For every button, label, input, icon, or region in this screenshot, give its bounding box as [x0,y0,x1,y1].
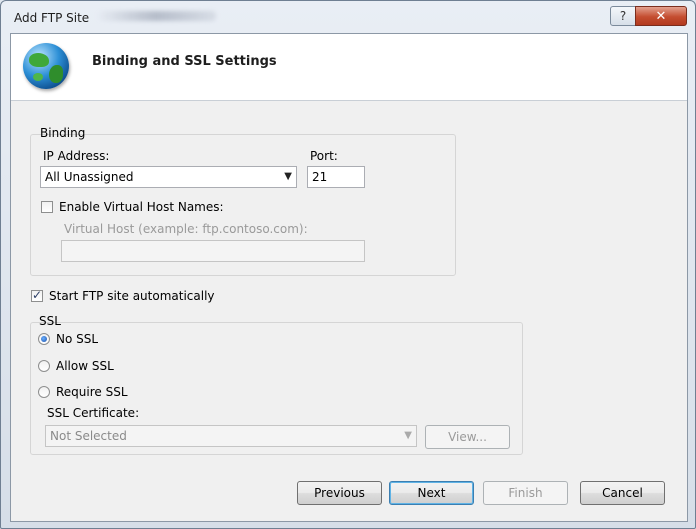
enable-virtual-host-checkbox[interactable] [41,201,53,213]
cancel-button[interactable]: Cancel [580,481,665,505]
virtual-host-label: Virtual Host (example: ftp.contoso.com): [64,222,308,236]
binding-group-label: Binding [40,126,86,140]
no-ssl-label[interactable]: No SSL [56,332,98,346]
window-title: Add FTP Site [14,11,90,25]
port-field[interactable]: 21 [307,166,365,188]
checkmark-icon: ✓ [32,288,43,302]
virtual-host-field[interactable] [61,240,365,262]
page-title: Binding and SSL Settings [92,54,277,69]
blurred-title-region [96,11,216,21]
ip-address-label: IP Address: [43,149,110,163]
ssl-certificate-label: SSL Certificate: [47,406,140,420]
no-ssl-radio[interactable] [38,333,50,345]
ssl-certificate-value: Not Selected [50,429,127,443]
ssl-group-label: SSL [39,314,61,328]
close-button[interactable]: ✕ [635,6,687,26]
allow-ssl-radio[interactable] [38,360,50,372]
previous-button[interactable]: Previous [297,481,382,505]
require-ssl-label[interactable]: Require SSL [56,385,128,399]
selected-dot [41,336,47,342]
start-automatically-label[interactable]: Start FTP site automatically [49,289,215,303]
ip-address-value: All Unassigned [45,170,134,184]
require-ssl-radio[interactable] [38,386,50,398]
start-automatically-checkbox[interactable]: ✓ [31,288,43,302]
chevron-down-icon[interactable]: ▼ [404,430,412,441]
add-ftp-site-window: Add FTP Site ? ✕ Binding and SSL Setting… [0,0,696,529]
ip-address-combobox[interactable]: All Unassigned ▼ [40,166,297,188]
enable-virtual-host-label[interactable]: Enable Virtual Host Names: [59,200,224,214]
chevron-down-icon[interactable]: ▼ [284,171,292,182]
port-value: 21 [312,170,328,184]
next-button[interactable]: Next [389,481,474,505]
finish-button[interactable]: Finish [483,481,568,505]
wizard-header: Binding and SSL Settings [11,34,687,101]
globe-icon [23,43,69,89]
ssl-certificate-combobox[interactable]: Not Selected ▼ [45,425,417,447]
view-certificate-button[interactable]: View... [425,425,510,449]
help-button[interactable]: ? [610,6,636,26]
dialog-client-area: Binding and SSL Settings Binding IP Addr… [10,33,688,522]
title-bar[interactable]: Add FTP Site ? ✕ [1,1,695,33]
allow-ssl-label[interactable]: Allow SSL [56,359,114,373]
port-label: Port: [310,149,338,163]
